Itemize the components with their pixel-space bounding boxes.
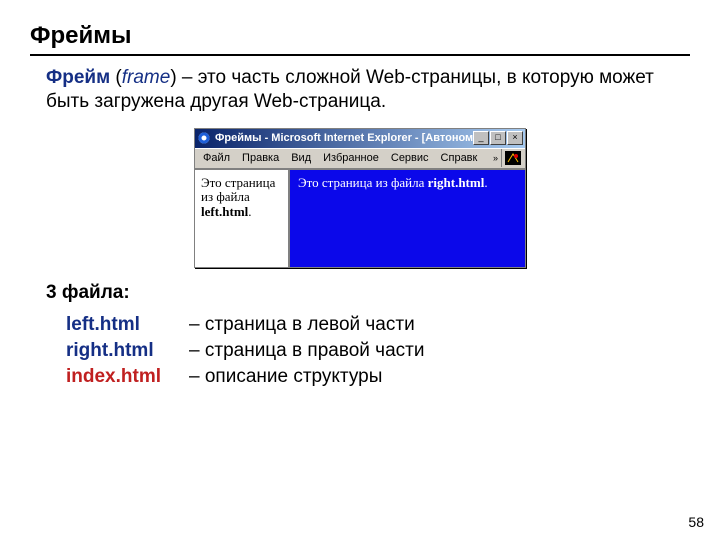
definition-text: Фрейм (frame) – это часть сложной Web-ст… bbox=[30, 66, 690, 114]
right-frame-filename: right.html bbox=[428, 175, 485, 190]
ie-logo-icon bbox=[197, 131, 211, 145]
menu-favorites[interactable]: Избранное bbox=[317, 150, 385, 166]
file-name-index: index.html bbox=[66, 366, 189, 388]
menu-edit[interactable]: Правка bbox=[236, 150, 285, 166]
titlebar: Фреймы - Microsoft Internet Explorer - [… bbox=[195, 129, 525, 148]
file-name-right: right.html bbox=[66, 340, 189, 362]
left-frame-text: Это страница из файла bbox=[201, 175, 275, 205]
right-frame-dot: . bbox=[484, 175, 487, 190]
list-item: right.html – страница в правой части bbox=[66, 340, 424, 362]
files-list: left.html – страница в левой части right… bbox=[66, 310, 424, 392]
page-number: 58 bbox=[688, 514, 704, 530]
menu-tools[interactable]: Сервис bbox=[385, 150, 435, 166]
right-frame: Это страница из файла right.html. bbox=[290, 169, 525, 267]
files-block: 3 файла: left.html – страница в левой ча… bbox=[30, 282, 690, 392]
list-item: index.html – описание структуры bbox=[66, 366, 424, 388]
close-button[interactable]: × bbox=[507, 131, 523, 145]
left-frame: Это страница из файла left.html. bbox=[195, 169, 290, 267]
file-desc: – страница в правой части bbox=[189, 340, 424, 362]
window-title: Фреймы - Microsoft Internet Explorer - [… bbox=[215, 132, 473, 144]
menu-view[interactable]: Вид bbox=[285, 150, 317, 166]
list-item: left.html – страница в левой части bbox=[66, 314, 424, 336]
file-desc: – описание структуры bbox=[189, 366, 424, 388]
frameset: Это страница из файла left.html. Это стр… bbox=[195, 169, 525, 267]
minimize-button[interactable]: _ bbox=[473, 131, 489, 145]
ie-window: Фреймы - Microsoft Internet Explorer - [… bbox=[194, 128, 526, 268]
menubar: Файл Правка Вид Избранное Сервис Справк … bbox=[195, 148, 525, 169]
right-frame-text: Это страница из файла bbox=[298, 175, 428, 190]
page-title: Фреймы bbox=[30, 22, 690, 56]
left-frame-filename: left.html bbox=[201, 204, 248, 219]
menu-file[interactable]: Файл bbox=[197, 150, 236, 166]
window-controls: _ □ × bbox=[473, 131, 523, 145]
file-name-left: left.html bbox=[66, 314, 189, 336]
left-frame-dot: . bbox=[248, 204, 251, 219]
throbber-icon bbox=[501, 149, 523, 167]
maximize-button[interactable]: □ bbox=[490, 131, 506, 145]
files-heading: 3 файла: bbox=[46, 282, 690, 304]
definition-term: Фрейм bbox=[46, 67, 110, 88]
menu-help[interactable]: Справк bbox=[435, 150, 484, 166]
overflow-chevron-icon[interactable]: » bbox=[493, 153, 497, 163]
definition-italic: frame bbox=[122, 67, 171, 88]
file-desc: – страница в левой части bbox=[189, 314, 424, 336]
